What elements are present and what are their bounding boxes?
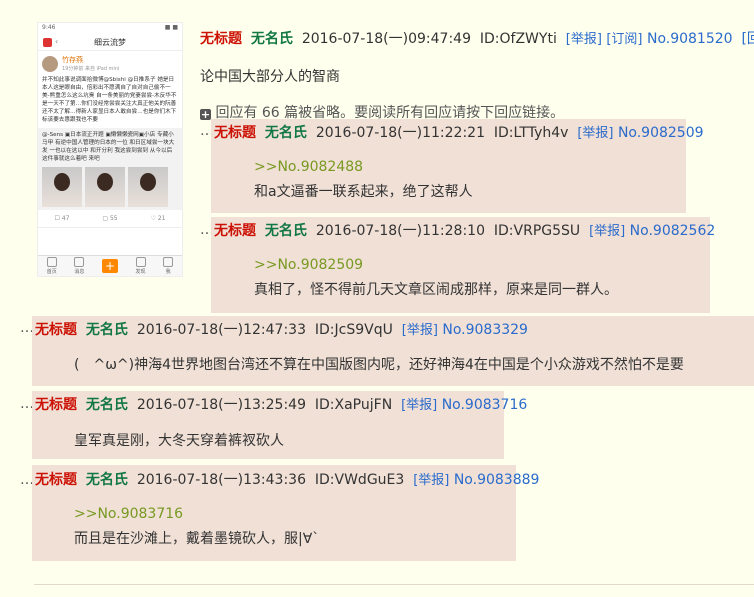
report-link[interactable]: [举报] <box>566 32 602 47</box>
poster-id: ID:OfZWYti <box>479 31 557 47</box>
reply-datetime: 2016-07-18(一)11:22:21 <box>315 125 485 141</box>
reply-title: 无标题 <box>214 223 256 239</box>
thumb-photo <box>128 167 168 207</box>
reply-block: 无标题 无名氏 2016-07-18(一)13:25:49 ID:XaPujFN… <box>32 391 527 459</box>
reply-text: ( ^ω^)神海4世界地图台湾还不算在中国版图内呢，还好神海4在中国是个小众游戏… <box>74 357 684 373</box>
report-link[interactable]: [举报] <box>413 473 449 488</box>
quote-link[interactable]: >>No.9083716 <box>74 506 183 522</box>
thumb-compose-icon: + <box>101 259 118 273</box>
thumb-body-text: 并不知此事说调面拾微博@Sbishi @日推系子 她是日本人这是眼自由，倍彩出不… <box>42 77 177 123</box>
home-icon <box>46 257 57 267</box>
subscribe-link[interactable]: [订阅] <box>606 32 642 47</box>
thumb-user: 竹存燕 19分钟前 来自 iPad mini <box>38 51 182 76</box>
op-content: 论中国大部分人的智商 <box>200 69 340 85</box>
thumb-tab-messages: 消息 <box>74 257 84 275</box>
thumb-repost-text: @-Sens ▣日本流正开题 ▣懒懒懒瓷网▣小店 专藏小马甲 有逆中国人管理的日… <box>42 132 175 162</box>
report-link[interactable]: [举报] <box>577 126 613 141</box>
reply-header: 无标题 无名氏 2016-07-18(一)11:22:21 ID:LTTyh4v… <box>214 122 704 142</box>
report-link[interactable]: [举报] <box>589 224 625 239</box>
post-number-link[interactable]: No.9083889 <box>454 472 540 488</box>
profile-icon <box>163 257 174 267</box>
thumb-pics <box>42 167 178 207</box>
thumb-tabbar: 首页 消息 + 发现 我 <box>38 255 182 276</box>
reply-header: 无标题 无名氏 2016-07-18(一)13:25:49 ID:XaPujFN… <box>35 394 527 414</box>
thumb-tab-home: 首页 <box>46 257 57 275</box>
thumb-nav: ‹ 细云流梦 <box>38 34 182 51</box>
thumb-tab-label: 我 <box>165 269 171 275</box>
reply-name: 无名氏 <box>264 125 307 141</box>
thumb-tab-me: 我 <box>163 257 174 275</box>
message-icon <box>74 257 85 267</box>
reply-block: 无标题 无名氏 2016-07-18(一)11:22:21 ID:LTTyh4v… <box>211 119 704 213</box>
quote-link[interactable]: >>No.9082488 <box>254 159 363 175</box>
reply-block: 无标题 无名氏 2016-07-18(一)13:43:36 ID:VWdGuE3… <box>32 465 539 561</box>
reply-datetime: 2016-07-18(一)13:43:36 <box>136 472 306 488</box>
reply-block: 无标题 无名氏 2016-07-18(一)12:47:33 ID:JcS9VqU… <box>32 316 754 386</box>
reply-link[interactable]: [回应] <box>741 31 754 47</box>
post-number-link[interactable]: No.9083329 <box>442 322 528 338</box>
thumb-nav-title: 细云流梦 <box>94 37 126 47</box>
post-number-link[interactable]: No.9083716 <box>442 397 528 413</box>
discover-icon <box>135 257 146 267</box>
reply-title: 无标题 <box>35 397 77 413</box>
expand-plus-icon[interactable]: + <box>200 109 211 120</box>
poster-name: 无名氏 <box>250 31 293 47</box>
reply-text: 真相了，怪不得前几天文章区闹成那样，原来是同一群人。 <box>254 282 618 298</box>
quote-link[interactable]: >>No.9082509 <box>254 257 363 273</box>
weibo-logo-icon <box>43 38 52 47</box>
thumb-tab-label: 首页 <box>46 269 57 275</box>
thumb-stat-comment: ▢ 55 <box>102 215 118 222</box>
avatar <box>42 55 58 72</box>
reply-header: 无标题 无名氏 2016-07-18(一)11:28:10 ID:VRPG5SU… <box>214 220 715 240</box>
thumb-status-icons: ■ ■ <box>164 24 178 31</box>
reply-header: 无标题 无名氏 2016-07-18(一)12:47:33 ID:JcS9VqU… <box>35 319 528 339</box>
thumb-repost: @-Sens ▣日本流正开题 ▣懒懒懒瓷网▣小店 专藏小马甲 有逆中国人管理的日… <box>38 128 182 210</box>
post-datetime: 2016-07-18(一)09:47:49 <box>301 31 471 47</box>
reply-text: 和a文逼番一联系起来，绝了这帮人 <box>254 184 473 200</box>
reply-name: 无名氏 <box>85 397 128 413</box>
reply-title: 无标题 <box>35 472 77 488</box>
reply-block: 无标题 无名氏 2016-07-18(一)11:28:10 ID:VRPG5SU… <box>211 217 715 313</box>
thumb-user-name: 竹存燕 <box>62 56 83 64</box>
report-link[interactable]: [举报] <box>402 323 438 338</box>
thumb-tab-label: 发现 <box>135 269 146 275</box>
thumb-stat-like: ♡ 21 <box>150 215 166 222</box>
reply-datetime: 2016-07-18(一)12:47:33 <box>136 322 306 338</box>
reply-title: 无标题 <box>35 322 77 338</box>
thumb-tab-discover: 发现 <box>135 257 146 275</box>
reply-name: 无名氏 <box>264 223 307 239</box>
reply-id: ID:VRPG5SU <box>493 223 581 239</box>
op-header: 无标题 无名氏 2016-07-18(一)09:47:49 ID:OfZWYti… <box>200 28 754 48</box>
post-number-link[interactable]: No.9081520 <box>647 31 733 47</box>
op-thumbnail[interactable]: 9:46 ■ ■ ‹ 细云流梦 竹存燕 19分钟前 来自 iPad mini 并… <box>37 22 183 277</box>
divider <box>34 584 754 585</box>
thumb-stats: ☐ 47 ▢ 55 ♡ 21 <box>38 210 182 228</box>
thumb-stat-repost: ☐ 47 <box>54 215 70 222</box>
reply-datetime: 2016-07-18(一)11:28:10 <box>315 223 485 239</box>
thumb-user-sub: 19分钟前 来自 iPad mini <box>62 66 120 72</box>
reply-title: 无标题 <box>214 125 256 141</box>
thumb-photo <box>42 167 82 207</box>
reply-datetime: 2016-07-18(一)13:25:49 <box>136 397 306 413</box>
reply-id: ID:XaPujFN <box>314 397 393 413</box>
reply-text: 而且是在沙滩上，戴着墨镜砍人，服|∀` <box>74 531 320 547</box>
post-title: 无标题 <box>200 31 242 47</box>
thumb-photo <box>85 167 125 207</box>
post-number-link[interactable]: No.9082509 <box>618 125 704 141</box>
thumb-status-time: 9:46 <box>42 24 56 31</box>
thumb-tab-label: 消息 <box>74 269 85 275</box>
reply-header: 无标题 无名氏 2016-07-18(一)13:43:36 ID:VWdGuE3… <box>35 469 539 489</box>
reply-id: ID:LTTyh4v <box>493 125 569 141</box>
post-number-link[interactable]: No.9082562 <box>630 223 716 239</box>
reply-id: ID:VWdGuE3 <box>314 472 405 488</box>
thumb-back-icon: ‹ <box>55 37 59 46</box>
reply-name: 无名氏 <box>85 472 128 488</box>
thumb-status-bar: 9:46 ■ ■ <box>38 23 182 34</box>
report-link[interactable]: [举报] <box>401 398 437 413</box>
reply-name: 无名氏 <box>85 322 128 338</box>
reply-id: ID:JcS9VqU <box>314 322 393 338</box>
reply-text: 皇军真是刚，大冬天穿着裤衩砍人 <box>74 433 284 449</box>
